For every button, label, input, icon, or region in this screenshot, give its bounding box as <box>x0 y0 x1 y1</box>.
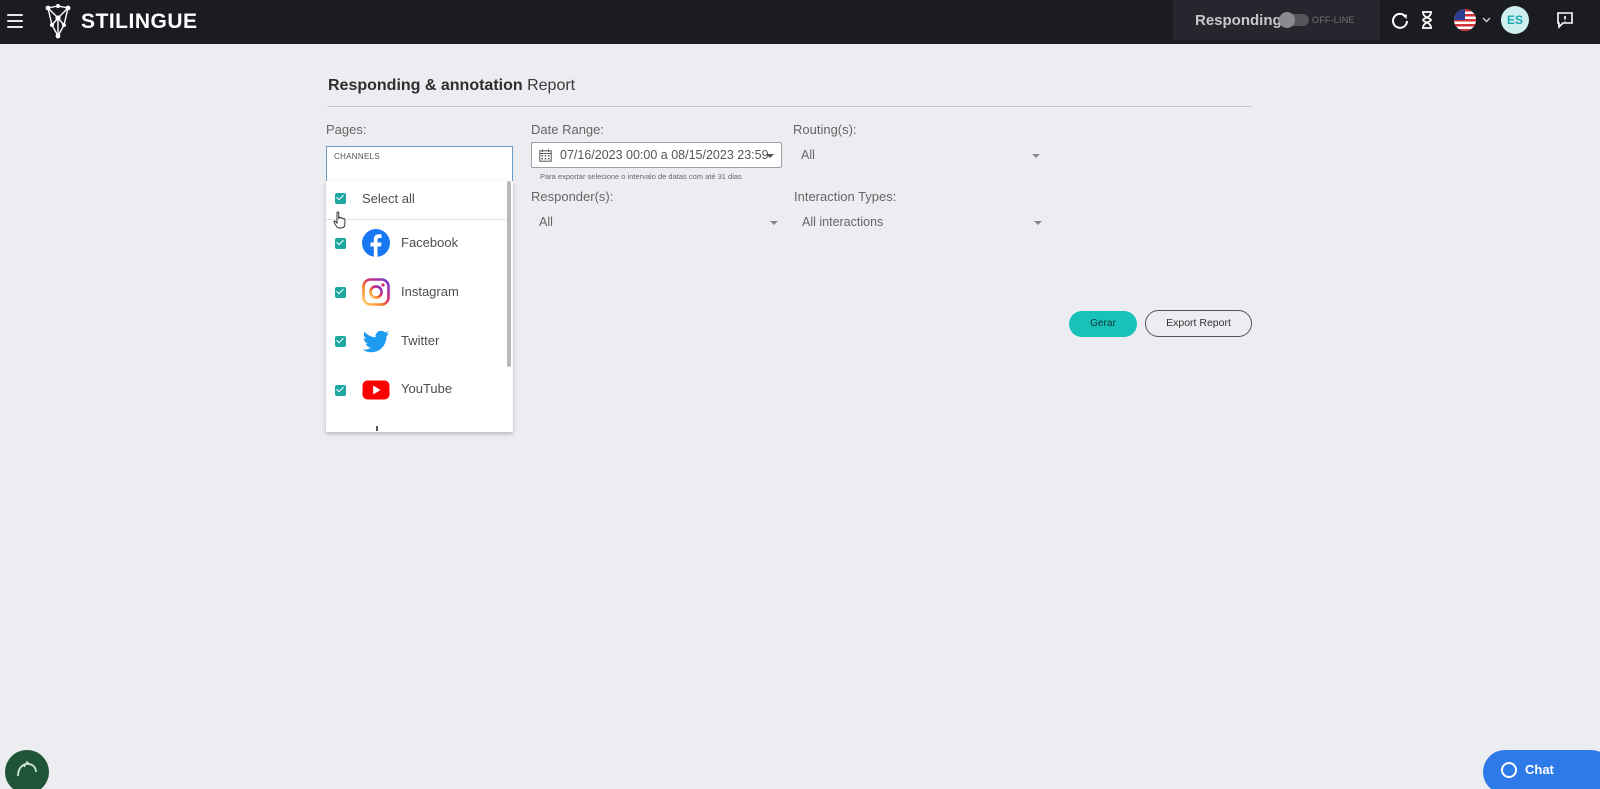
facebook-label: Facebook <box>401 235 459 250</box>
responders-value: All <box>539 215 553 229</box>
date-range-hint: Para exportar selecione o intervalo de d… <box>540 172 742 181</box>
select-all-label: Select all <box>362 191 415 206</box>
export-report-button[interactable]: Export Report <box>1145 310 1252 337</box>
caret-down-icon <box>1034 221 1042 225</box>
page-title: Responding & annotation Report <box>328 77 575 95</box>
responders-label: Responder(s): <box>531 189 614 204</box>
routing-value: All <box>801 148 815 162</box>
youtube-icon <box>362 380 390 400</box>
toggle-knob <box>1279 12 1295 28</box>
hourglass-icon[interactable] <box>1417 10 1437 30</box>
facebook-icon <box>362 229 390 257</box>
menu-icon[interactable] <box>7 14 23 28</box>
stilingue-logo-icon <box>45 4 71 39</box>
caret-down-icon <box>1032 154 1040 158</box>
instagram-checkbox[interactable] <box>335 287 346 298</box>
date-range-value: 07/16/2023 00:00 a 08/15/2023 23:59 <box>560 148 769 162</box>
dropdown-scrollbar[interactable] <box>507 181 511 367</box>
date-range-picker[interactable]: 07/16/2023 00:00 a 08/15/2023 23:59 <box>531 142 782 168</box>
caret-down-icon <box>766 154 774 158</box>
instagram-label: Instagram <box>401 284 459 299</box>
calendar-icon <box>539 149 552 162</box>
select-all-checkbox[interactable] <box>335 193 346 204</box>
interaction-types-value: All interactions <box>802 215 884 229</box>
page-title-bold: Responding & annotation <box>328 77 523 94</box>
caret-down-icon <box>770 221 778 225</box>
title-divider <box>327 106 1252 107</box>
twitter-icon <box>362 330 389 353</box>
youtube-label: YouTube <box>401 381 453 396</box>
user-avatar[interactable]: ES <box>1501 6 1529 34</box>
top-navigation-bar: STILINGUE Responding OFF-LINE ES <box>0 0 1600 44</box>
pages-dropdown-list: Select all Facebook Instagram Twitter Yo… <box>326 181 513 432</box>
responders-select[interactable]: All <box>531 210 783 234</box>
feedback-icon[interactable] <box>1556 11 1574 29</box>
twitter-checkbox[interactable] <box>335 336 346 347</box>
assistant-icon <box>17 760 37 777</box>
generate-button[interactable]: Gerar <box>1069 311 1137 337</box>
interaction-types-label: Interaction Types: <box>794 189 897 204</box>
refresh-icon[interactable] <box>1390 10 1410 30</box>
online-toggle[interactable] <box>1279 12 1309 28</box>
responding-label: Responding <box>1195 12 1282 29</box>
list-item[interactable]: Facebook <box>326 227 507 259</box>
us-flag-icon[interactable] <box>1454 9 1476 31</box>
interaction-types-select[interactable]: All interactions <box>794 210 1044 234</box>
responding-status-panel: Responding OFF-LINE <box>1173 0 1380 40</box>
pages-label: Pages: <box>326 122 367 137</box>
youtube-checkbox[interactable] <box>335 385 346 396</box>
assistant-widget-button[interactable] <box>5 750 49 789</box>
instagram-icon <box>362 278 390 306</box>
routing-label: Routing(s): <box>793 122 857 137</box>
pages-search-input[interactable]: CHANNELS <box>326 146 513 182</box>
twitter-label: Twitter <box>401 333 440 348</box>
chevron-down-icon[interactable] <box>1482 15 1491 24</box>
brand-name: STILINGUE <box>81 10 198 33</box>
status-text: OFF-LINE <box>1312 15 1355 25</box>
page-title-rest: Report <box>522 77 576 94</box>
tiktok-icon <box>376 426 378 431</box>
routing-select[interactable]: All <box>793 143 1043 167</box>
option-divider <box>326 219 507 220</box>
list-item[interactable]: Twitter <box>326 325 507 357</box>
hand-cursor-icon <box>333 211 346 229</box>
date-range-label: Date Range: <box>531 122 604 137</box>
chat-button[interactable]: Chat <box>1483 750 1600 789</box>
pages-input-placeholder: CHANNELS <box>334 152 380 161</box>
facebook-checkbox[interactable] <box>335 238 346 249</box>
chat-label: Chat <box>1525 762 1554 777</box>
list-item[interactable]: YouTube <box>326 374 507 406</box>
chat-icon <box>1501 762 1517 778</box>
list-item[interactable]: Instagram <box>326 276 507 308</box>
select-all-option[interactable]: Select all <box>326 181 507 220</box>
